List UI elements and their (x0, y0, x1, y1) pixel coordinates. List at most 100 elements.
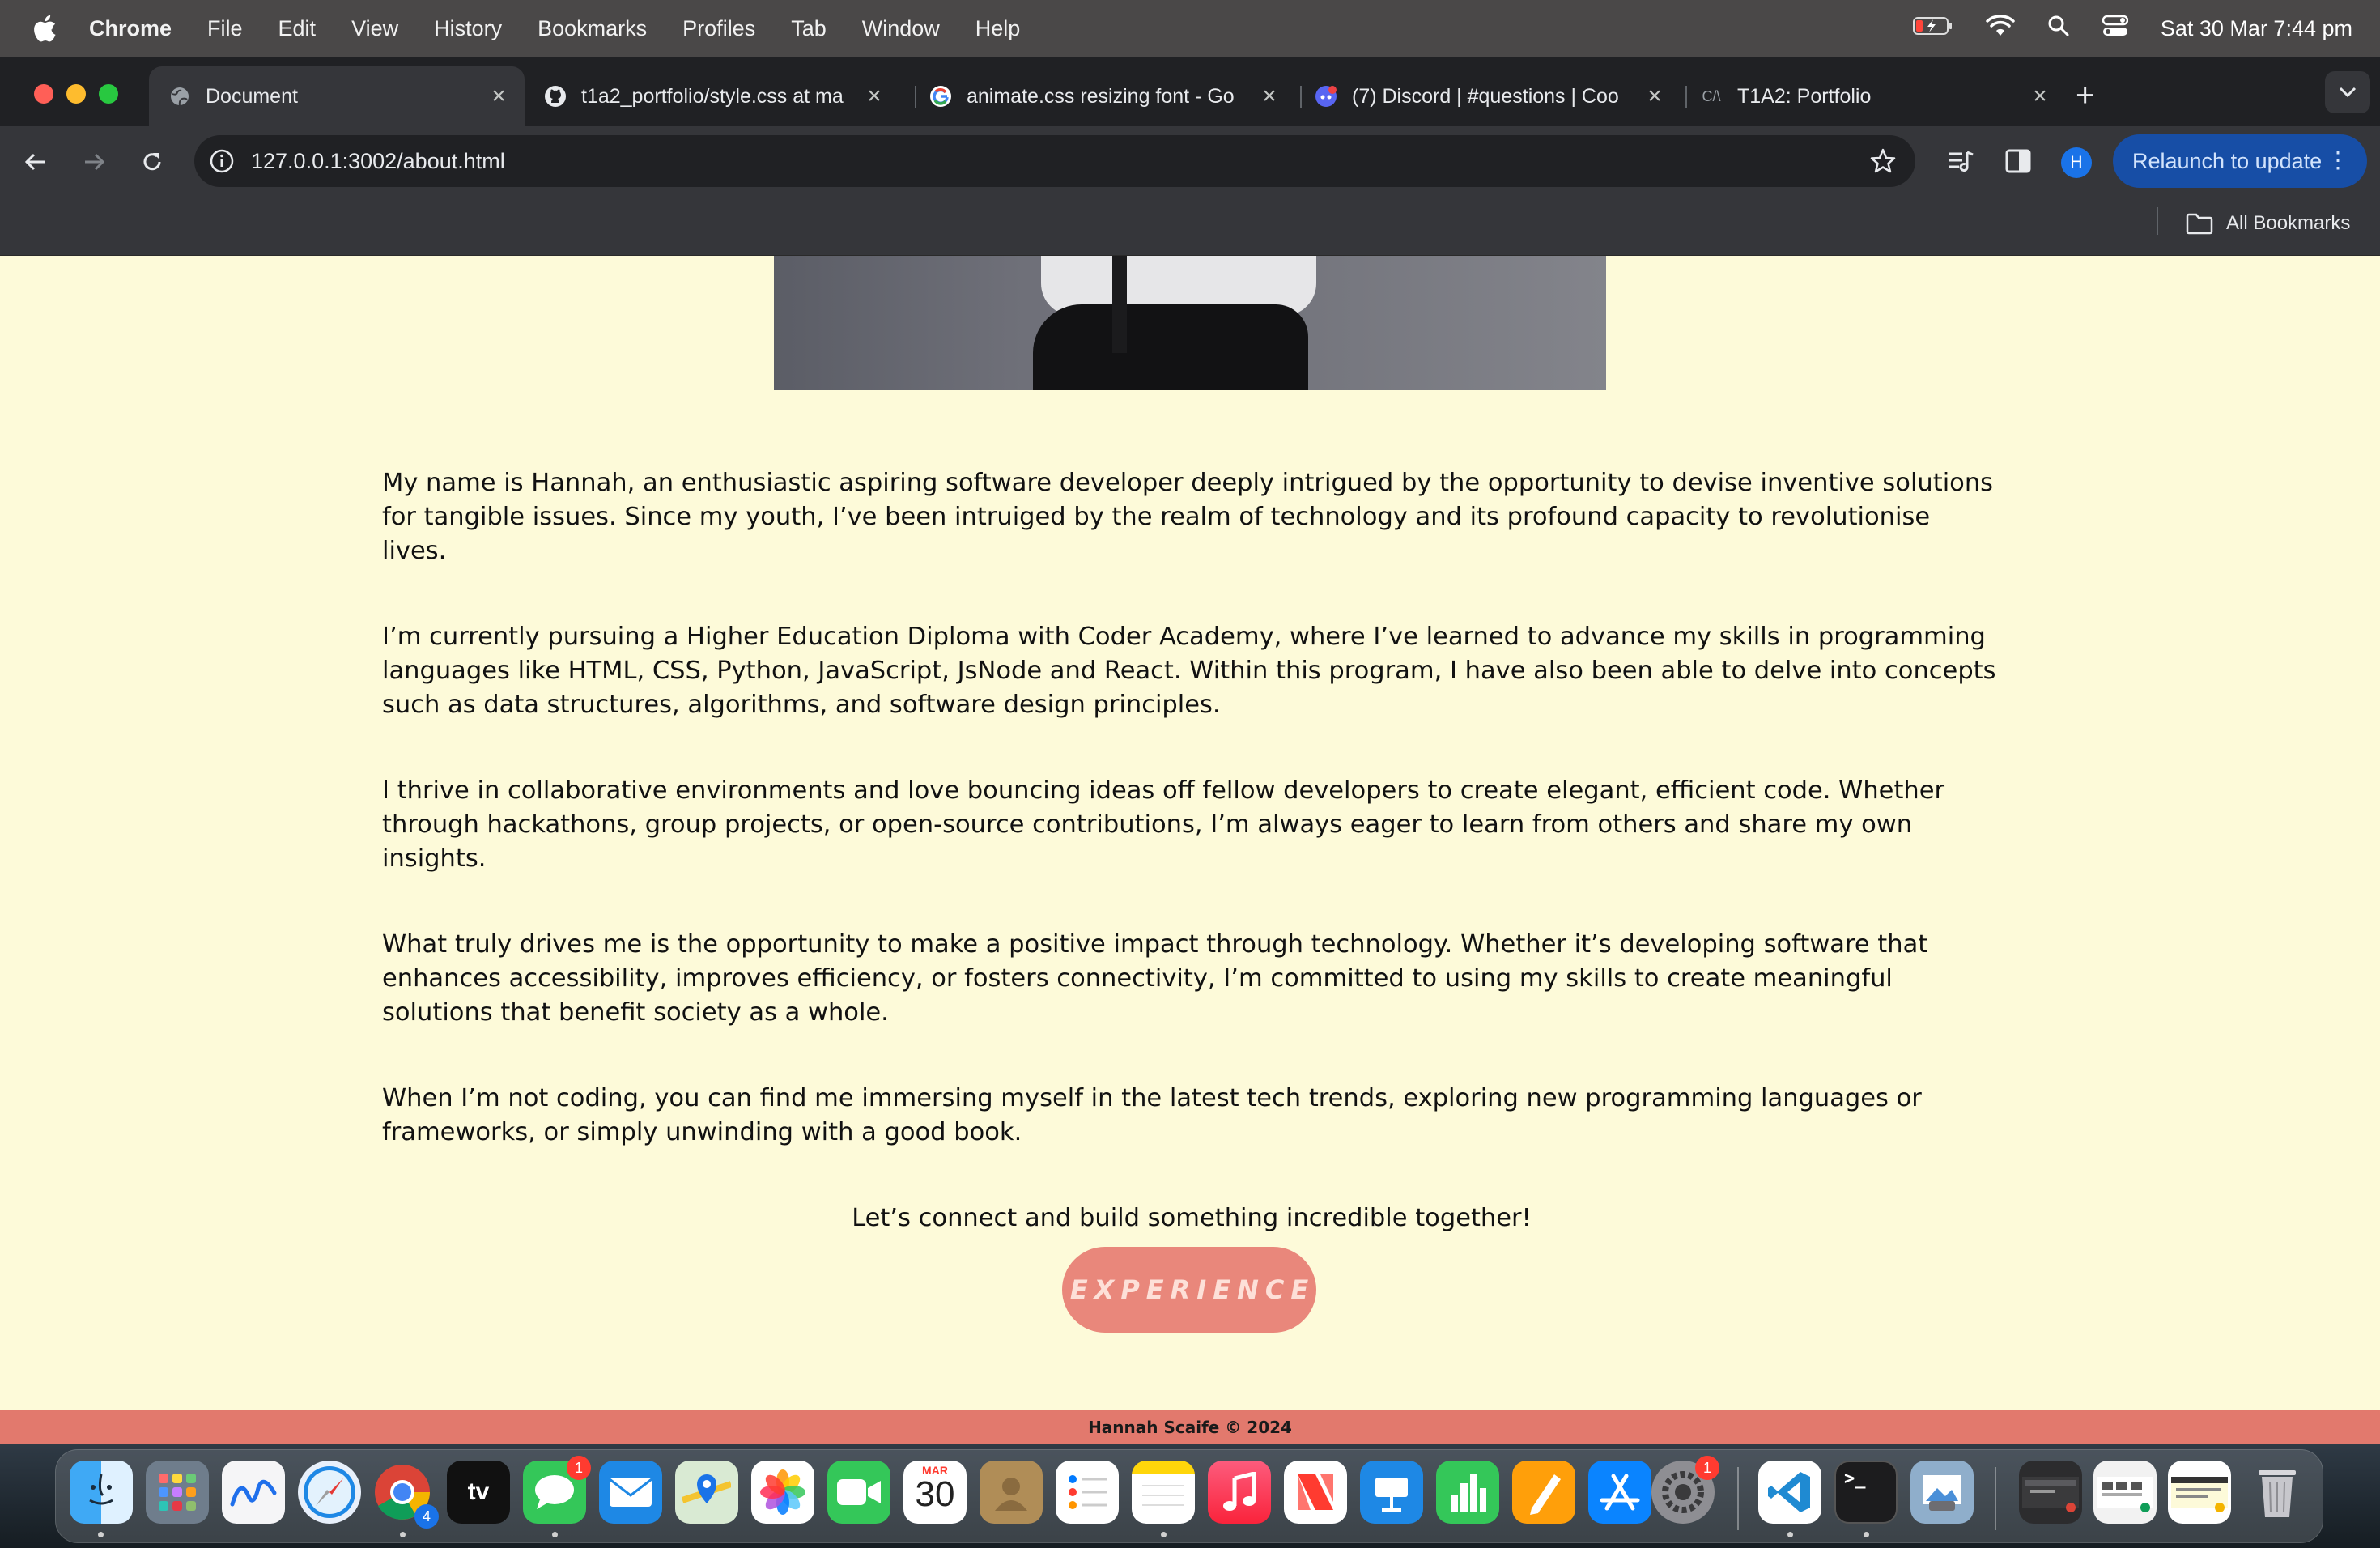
trash-icon[interactable] (2246, 1461, 2309, 1524)
reminders-icon[interactable] (1056, 1461, 1119, 1524)
profile-photo (774, 256, 1606, 390)
tab-close-icon[interactable]: × (863, 83, 886, 109)
minimized-window-thumbnail[interactable] (2019, 1461, 2082, 1524)
tab-google-search[interactable]: animate.css resizing font - Go × (910, 66, 1295, 126)
url-text[interactable]: 127.0.0.1:3002/about.html (251, 149, 505, 174)
page-footer: Hannah Scaife © 2024 (0, 1410, 2380, 1444)
battery-charging-icon[interactable] (1912, 16, 1953, 41)
calendar-icon[interactable]: MAR 30 (903, 1461, 967, 1524)
contacts-icon[interactable] (980, 1461, 1043, 1524)
macos-menu-bar: Chrome File Edit View History Bookmarks … (0, 0, 2380, 57)
tab-document[interactable]: Document × (149, 66, 525, 126)
experience-button[interactable]: EXPERIENCE (1062, 1247, 1316, 1333)
tab-github[interactable]: t1a2_portfolio/style.css at ma × (525, 66, 900, 126)
chrome-icon[interactable]: 4 (371, 1461, 439, 1529)
control-center-icon[interactable] (2102, 15, 2129, 43)
freeform-icon[interactable] (222, 1461, 285, 1524)
about-paragraph: I thrive in collaborative environments a… (382, 776, 1945, 873)
bookmark-star-icon[interactable] (1868, 147, 1898, 176)
vscode-icon[interactable] (1758, 1461, 1821, 1524)
tab-discord[interactable]: (7) Discord | #questions | Coo × (1295, 66, 1681, 126)
browser-toolbar: 127.0.0.1:3002/about.html H Relaunch to … (0, 126, 2380, 196)
menu-file[interactable]: File (207, 16, 243, 41)
site-info-icon[interactable] (207, 147, 236, 176)
chevron-down-icon (2339, 87, 2357, 98)
photos-icon[interactable] (751, 1461, 814, 1524)
side-panel-icon[interactable] (2001, 144, 2035, 178)
tab-title: animate.css resizing font - Go (967, 84, 1235, 108)
tab-close-icon[interactable]: × (487, 83, 510, 109)
menubar-clock[interactable]: Sat 30 Mar 7:44 pm (2161, 16, 2352, 41)
messages-icon[interactable]: 1 (523, 1456, 591, 1524)
pages-icon[interactable] (1512, 1461, 1575, 1524)
profile-avatar[interactable]: H (2061, 147, 2092, 178)
tab-portfolio[interactable]: C/\ T1A2: Portfolio × (1681, 66, 2066, 126)
spotlight-search-icon[interactable] (2047, 15, 2070, 43)
closing-line: Let’s connect and build something incred… (852, 1204, 1532, 1232)
maps-icon[interactable] (675, 1461, 738, 1524)
menu-edit[interactable]: Edit (278, 16, 317, 41)
preview-icon[interactable] (1910, 1461, 1974, 1524)
menu-history[interactable]: History (434, 16, 502, 41)
photo-pants-shape (1033, 304, 1308, 390)
google-icon (929, 85, 952, 108)
all-bookmarks-button[interactable]: All Bookmarks (2186, 207, 2350, 240)
messages-badge: 1 (567, 1456, 591, 1480)
about-paragraph: My name is Hannah, an enthusiastic aspir… (382, 469, 1994, 565)
running-indicator (1787, 1532, 1793, 1537)
ca-icon: C/\ (1702, 87, 1721, 104)
facetime-icon[interactable] (827, 1461, 890, 1524)
address-bar[interactable]: 127.0.0.1:3002/about.html (194, 135, 1915, 187)
about-paragraph: I’m currently pursuing a Higher Educatio… (382, 623, 1996, 719)
reading-list-icon[interactable] (1944, 144, 1978, 178)
reload-button[interactable] (134, 144, 170, 180)
minimized-window-thumbnail[interactable] (2093, 1461, 2157, 1524)
forward-button[interactable] (76, 144, 112, 180)
tab-close-icon[interactable]: × (1258, 83, 1281, 109)
launchpad-icon[interactable] (146, 1461, 209, 1524)
back-button[interactable] (18, 144, 53, 180)
apple-icon[interactable] (31, 13, 58, 44)
new-tab-button[interactable]: + (2076, 79, 2094, 112)
safari-icon[interactable] (298, 1461, 361, 1524)
globe-icon (168, 85, 191, 108)
chrome-profile-badge: 4 (414, 1504, 439, 1529)
menu-app-name[interactable]: Chrome (89, 16, 172, 41)
menu-profiles[interactable]: Profiles (682, 16, 755, 41)
relaunch-to-update-button[interactable]: Relaunch to update ⋮ (2113, 134, 2367, 188)
menu-window[interactable]: Window (862, 16, 940, 41)
running-indicator (400, 1532, 406, 1537)
menu-bookmarks[interactable]: Bookmarks (538, 16, 647, 41)
finder-icon[interactable] (70, 1461, 133, 1524)
tab-title: T1A2: Portfolio (1737, 84, 1872, 108)
mail-icon[interactable] (599, 1461, 662, 1524)
more-vertical-icon: ⋮ (2327, 147, 2349, 172)
tab-search-button[interactable] (2325, 71, 2370, 113)
all-bookmarks-label: All Bookmarks (2226, 212, 2351, 234)
tab-close-icon[interactable]: × (1643, 83, 1666, 109)
window-close-button[interactable] (34, 84, 53, 104)
tab-close-icon[interactable]: × (2029, 83, 2051, 109)
menu-help[interactable]: Help (975, 16, 1021, 41)
minimized-window-thumbnail[interactable] (2168, 1461, 2231, 1524)
tab-title: Document (206, 84, 298, 108)
about-page: My name is Hannah, an enthusiastic aspir… (0, 256, 2380, 1411)
reload-icon (143, 153, 161, 171)
menu-view[interactable]: View (351, 16, 398, 41)
wifi-icon[interactable] (1986, 14, 2015, 43)
terminal-icon[interactable]: >_ (1834, 1461, 1898, 1524)
window-minimize-button[interactable] (66, 84, 86, 104)
about-text: My name is Hannah, an enthusiastic aspir… (382, 466, 2001, 1287)
app-store-icon[interactable] (1588, 1461, 1651, 1524)
system-settings-icon[interactable]: 1 (1651, 1456, 1719, 1524)
music-icon[interactable] (1208, 1461, 1271, 1524)
notes-icon[interactable] (1132, 1461, 1195, 1524)
numbers-icon[interactable] (1436, 1461, 1499, 1524)
apple-tv-icon[interactable]: tv (447, 1461, 510, 1524)
menu-tab[interactable]: Tab (791, 16, 827, 41)
news-icon[interactable] (1284, 1461, 1347, 1524)
keynote-icon[interactable] (1360, 1461, 1423, 1524)
window-zoom-button[interactable] (99, 84, 118, 104)
footer-copyright: Hannah Scaife © 2024 (1088, 1418, 1292, 1437)
photo-strap-shape (1112, 256, 1127, 353)
